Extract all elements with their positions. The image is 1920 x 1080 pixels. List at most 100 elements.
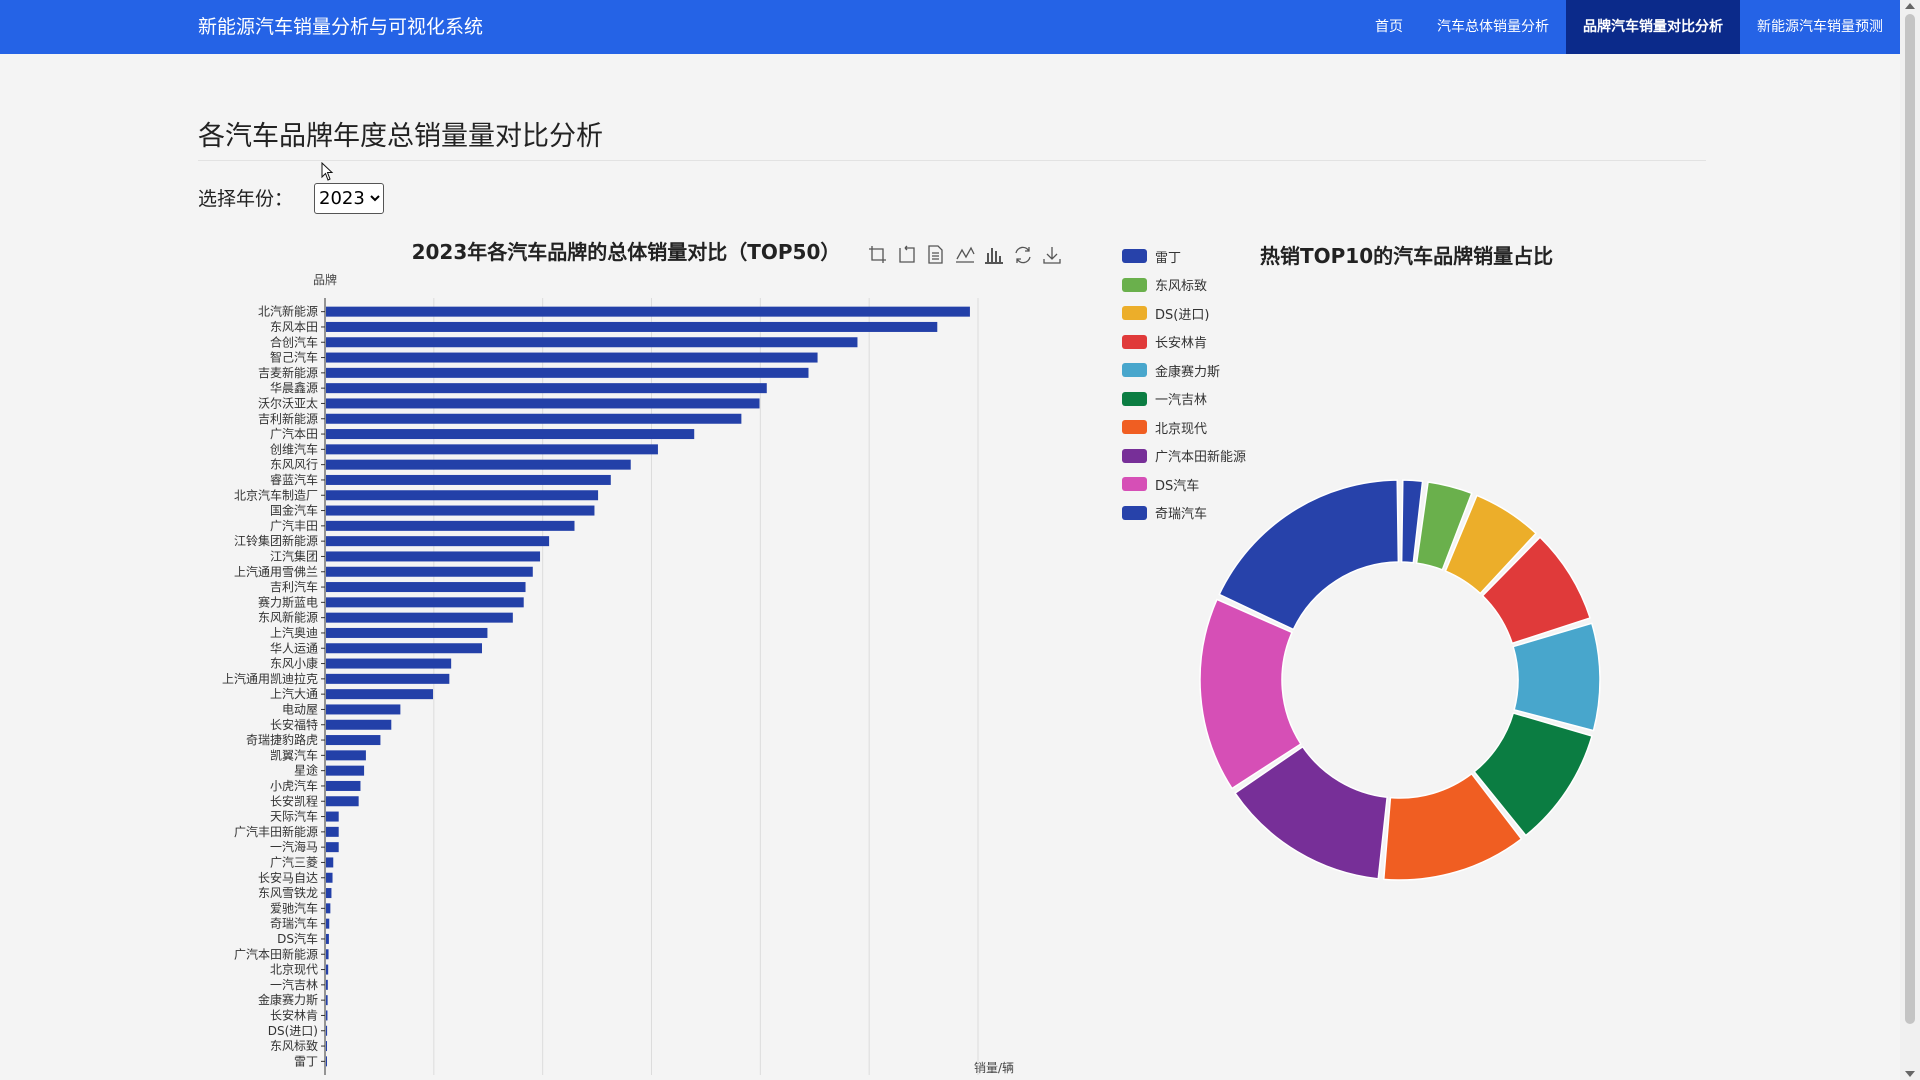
category-label: 电动屋 <box>282 702 318 716</box>
bar[interactable] <box>326 826 339 837</box>
x-axis-name: 销量/辆 <box>974 1061 1014 1075</box>
zoom-reset-icon[interactable] <box>899 245 915 263</box>
bar[interactable] <box>326 1041 327 1052</box>
bar[interactable] <box>326 597 524 608</box>
category-label: 华人运通 <box>270 641 318 655</box>
category-label: 爱驰汽车 <box>270 900 318 915</box>
bar[interactable] <box>326 321 938 332</box>
category-label: 北汽新能源 <box>258 304 318 319</box>
bar[interactable] <box>326 1025 328 1036</box>
bar-switch-icon[interactable] <box>985 248 1003 264</box>
category-label: 天际汽车 <box>270 809 318 824</box>
bar[interactable] <box>326 413 742 424</box>
legend-swatch <box>1122 391 1147 406</box>
bar[interactable] <box>326 490 599 501</box>
bar[interactable] <box>326 933 329 944</box>
bar[interactable] <box>326 459 631 470</box>
bar[interactable] <box>326 505 595 516</box>
bar[interactable] <box>326 627 488 638</box>
bar[interactable] <box>326 811 339 822</box>
nav-item-brand-comparison[interactable]: 品牌汽车销量对比分析 <box>1566 0 1740 54</box>
line-switch-icon[interactable] <box>956 246 975 263</box>
data-view-icon[interactable] <box>928 245 943 264</box>
nav-item-overall-sales[interactable]: 汽车总体销量分析 <box>1420 0 1566 54</box>
legend-item[interactable]: DS(进口) <box>1122 299 1246 328</box>
bar[interactable] <box>326 367 809 378</box>
legend-label: 一汽吉林 <box>1155 393 1208 409</box>
bar[interactable] <box>326 520 575 531</box>
category-label: 小虎汽车 <box>270 778 318 793</box>
bar[interactable] <box>326 612 513 623</box>
bar[interactable] <box>326 750 366 761</box>
legend-item[interactable]: 长安林肯 <box>1122 328 1246 357</box>
legend-swatch <box>1122 448 1147 463</box>
zoom-icon[interactable] <box>869 246 886 263</box>
bar[interactable] <box>326 857 334 868</box>
category-label: 上汽大通 <box>270 686 318 701</box>
bar[interactable] <box>326 306 970 317</box>
bar[interactable] <box>326 995 328 1006</box>
category-label: 东风风行 <box>270 458 318 472</box>
bar[interactable] <box>326 765 365 776</box>
nav-item-sales-forecast[interactable]: 新能源汽车销量预测 <box>1740 0 1900 54</box>
bar[interactable] <box>326 566 533 577</box>
bar[interactable] <box>326 704 401 715</box>
category-label: 吉麦新能源 <box>258 365 318 380</box>
bar[interactable] <box>326 903 331 914</box>
bar[interactable] <box>326 1056 327 1067</box>
bar[interactable] <box>326 444 658 455</box>
category-label: 广汽丰田 <box>270 518 318 533</box>
bar[interactable] <box>326 842 339 853</box>
bar[interactable] <box>326 1010 328 1021</box>
bar[interactable] <box>326 551 541 562</box>
bar[interactable] <box>326 352 818 363</box>
restore-icon[interactable] <box>1015 246 1031 264</box>
legend-item[interactable]: 金康赛力斯 <box>1122 356 1246 385</box>
bar[interactable] <box>326 735 381 746</box>
bar[interactable] <box>326 383 767 394</box>
bar[interactable] <box>326 582 526 593</box>
bar[interactable] <box>326 796 359 807</box>
nav-item-home[interactable]: 首页 <box>1358 0 1420 54</box>
legend-label: 长安林肯 <box>1155 336 1208 352</box>
bar[interactable] <box>326 872 333 883</box>
bar-series <box>326 306 970 1067</box>
legend-item[interactable]: 北京现代 <box>1122 413 1246 442</box>
scroll-up-arrow-icon[interactable] <box>1905 3 1915 9</box>
page-scrollbar[interactable] <box>1900 0 1920 1080</box>
bar[interactable] <box>326 536 550 547</box>
top-navbar: 新能源汽车销量分析与可视化系统 首页 汽车总体销量分析 品牌汽车销量对比分析 新… <box>0 0 1900 54</box>
bar[interactable] <box>326 643 482 654</box>
bar[interactable] <box>326 673 450 684</box>
scroll-thumb[interactable] <box>1905 14 1915 1024</box>
bar[interactable] <box>326 658 452 669</box>
category-label: 上汽通用凯迪拉克 <box>222 671 318 686</box>
bar[interactable] <box>326 949 329 960</box>
bar[interactable] <box>326 979 328 990</box>
bar[interactable] <box>326 398 760 409</box>
bar[interactable] <box>326 474 611 485</box>
bar[interactable] <box>326 689 434 700</box>
scroll-down-arrow-icon[interactable] <box>1905 1071 1915 1077</box>
category-label: 一汽海马 <box>270 839 318 854</box>
category-label: 东风本田 <box>270 320 318 334</box>
bar[interactable] <box>326 964 329 975</box>
bar[interactable] <box>326 719 392 730</box>
bar[interactable] <box>326 780 361 791</box>
bar-axis <box>321 298 326 1075</box>
category-label: 长安林肯 <box>270 1007 318 1022</box>
pie-chart-title: 热销TOP10的汽车品牌销量占比 <box>1260 244 1554 268</box>
category-label: 合创汽车 <box>270 334 318 349</box>
year-select[interactable]: 2023 <box>314 183 384 214</box>
bar[interactable] <box>326 888 332 899</box>
category-label: 北京现代 <box>270 963 318 977</box>
bar[interactable] <box>326 337 858 348</box>
legend-item[interactable]: 东风标致 <box>1122 271 1246 300</box>
legend-item[interactable]: 一汽吉林 <box>1122 385 1246 414</box>
save-image-icon[interactable] <box>1043 247 1061 264</box>
bar[interactable] <box>326 918 330 929</box>
legend-item[interactable]: 雷丁 <box>1122 242 1246 271</box>
bar[interactable] <box>326 429 695 440</box>
page-title: 各汽车品牌年度总销量量对比分析 <box>198 121 603 152</box>
donut-slice[interactable] <box>1218 479 1400 631</box>
